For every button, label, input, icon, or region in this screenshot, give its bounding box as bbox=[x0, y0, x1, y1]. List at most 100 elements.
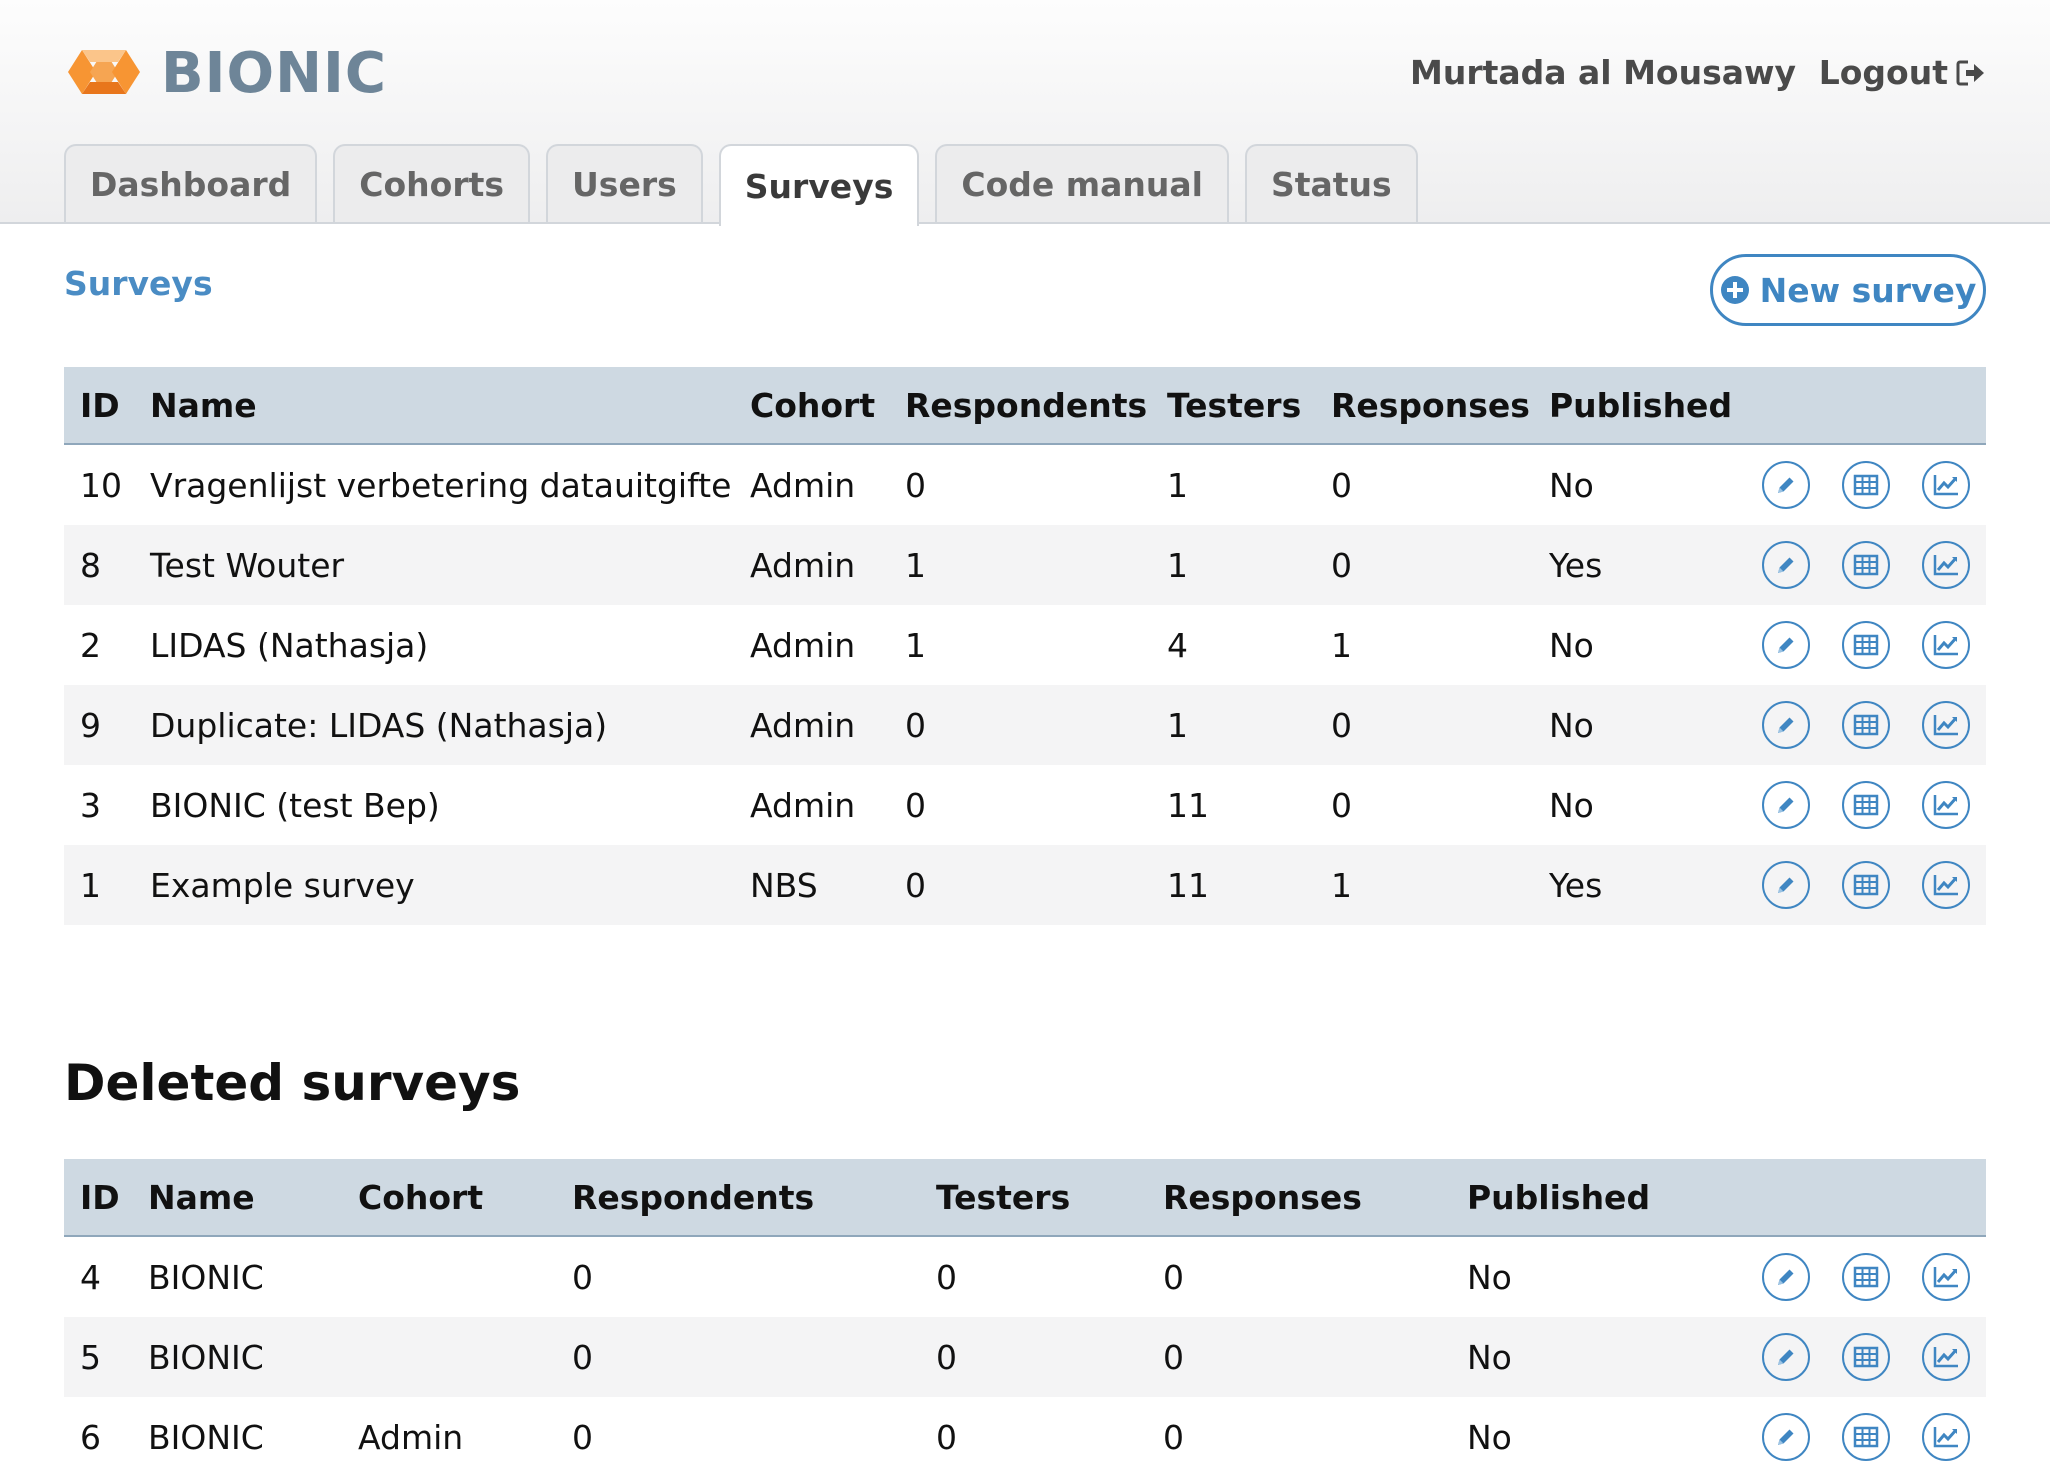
cell-name: BIONIC bbox=[148, 1317, 358, 1397]
col-header-published[interactable]: Published bbox=[1467, 1159, 1749, 1237]
deleted-surveys-table-body: 4 BIONIC 0 0 0 No 5 BIONIC 0 0 0 No 6 BIONIC Admin 0 0 0 N… bbox=[64, 1236, 1986, 1477]
view-table-button[interactable] bbox=[1842, 1253, 1890, 1301]
view-chart-button[interactable] bbox=[1922, 781, 1970, 829]
view-chart-button[interactable] bbox=[1922, 621, 1970, 669]
edit-button[interactable] bbox=[1762, 621, 1810, 669]
col-header-testers[interactable]: Testers bbox=[936, 1159, 1163, 1237]
cell-responses: 0 bbox=[1331, 785, 1352, 825]
table-icon bbox=[1853, 1426, 1879, 1448]
col-header-name[interactable]: Name bbox=[148, 1159, 358, 1237]
breadcrumb[interactable]: Surveys bbox=[64, 264, 213, 303]
view-table-button[interactable] bbox=[1842, 1333, 1890, 1381]
cell-id: 3 bbox=[80, 785, 101, 825]
cell-id: 5 bbox=[64, 1317, 148, 1397]
cell-id: 8 bbox=[64, 525, 150, 605]
table-row: 4 BIONIC 0 0 0 No bbox=[64, 1236, 1986, 1317]
view-table-button[interactable] bbox=[1842, 621, 1890, 669]
col-header-responses[interactable]: Responses bbox=[1331, 367, 1549, 445]
chart-icon bbox=[1932, 873, 1960, 897]
view-chart-button[interactable] bbox=[1922, 1413, 1970, 1461]
tab-users[interactable]: Users bbox=[546, 144, 703, 222]
cell-published: No bbox=[1549, 685, 1749, 765]
edit-button[interactable] bbox=[1762, 1413, 1810, 1461]
cell-testers: 1 bbox=[1167, 465, 1188, 505]
view-table-button[interactable] bbox=[1842, 541, 1890, 589]
cell-published: No bbox=[1467, 1257, 1512, 1297]
row-actions bbox=[1749, 861, 1986, 909]
col-header-id[interactable]: ID bbox=[64, 1159, 148, 1237]
col-header-cohort[interactable]: Cohort bbox=[358, 1159, 572, 1237]
cell-responses: 1 bbox=[1331, 625, 1352, 665]
cell-actions bbox=[1749, 525, 1986, 605]
view-chart-button[interactable] bbox=[1922, 1333, 1970, 1381]
edit-button[interactable] bbox=[1762, 701, 1810, 749]
logout-link[interactable]: Logout bbox=[1819, 52, 1986, 94]
edit-button[interactable] bbox=[1762, 461, 1810, 509]
row-actions bbox=[1749, 701, 1986, 749]
table-row: 9 Duplicate: LIDAS (Nathasja) Admin 0 1 0 No bbox=[64, 685, 1986, 765]
chart-icon bbox=[1932, 633, 1960, 657]
table-icon bbox=[1853, 634, 1879, 656]
user-name-link[interactable]: Murtada al Mousawy bbox=[1410, 52, 1796, 94]
view-table-button[interactable] bbox=[1842, 861, 1890, 909]
cell-actions bbox=[1749, 444, 1986, 525]
col-header-cohort[interactable]: Cohort bbox=[750, 367, 905, 445]
cell-actions bbox=[1749, 1317, 1986, 1397]
cell-respondents: 0 bbox=[572, 1317, 936, 1397]
view-table-button[interactable] bbox=[1842, 781, 1890, 829]
view-table-button[interactable] bbox=[1842, 701, 1890, 749]
cell-id: 1 bbox=[64, 845, 150, 925]
col-header-published[interactable]: Published bbox=[1549, 367, 1749, 445]
surveys-header-row: ID Name Cohort Respondents Testers Respo… bbox=[64, 367, 1986, 445]
view-chart-button[interactable] bbox=[1922, 461, 1970, 509]
col-header-respondents[interactable]: Respondents bbox=[905, 367, 1167, 445]
edit-button[interactable] bbox=[1762, 781, 1810, 829]
tab-dashboard[interactable]: Dashboard bbox=[64, 144, 318, 222]
cell-testers: 11 bbox=[1167, 845, 1331, 925]
edit-button[interactable] bbox=[1762, 1333, 1810, 1381]
tab-surveys[interactable]: Surveys bbox=[718, 144, 920, 226]
col-header-name[interactable]: Name bbox=[150, 367, 750, 445]
cell-name: Example survey bbox=[150, 845, 750, 925]
cell-name: BIONIC (test Bep) bbox=[150, 785, 440, 825]
cell-published: No bbox=[1549, 465, 1594, 505]
col-header-id[interactable]: ID bbox=[64, 367, 150, 445]
tab-code-manual[interactable]: Code manual bbox=[935, 144, 1229, 222]
col-header-responses[interactable]: Responses bbox=[1163, 1159, 1467, 1237]
cell-published: No bbox=[1549, 785, 1594, 825]
main-tabs: Dashboard Cohorts Users Surveys Code man… bbox=[64, 144, 1418, 226]
edit-button[interactable] bbox=[1762, 861, 1810, 909]
new-survey-button[interactable]: New survey bbox=[1710, 254, 1986, 326]
row-actions bbox=[1749, 541, 1986, 589]
edit-icon bbox=[1774, 713, 1798, 737]
chart-icon bbox=[1932, 793, 1960, 817]
cell-name: BIONIC bbox=[148, 1417, 264, 1457]
cell-responses: 0 bbox=[1163, 1257, 1184, 1297]
view-table-button[interactable] bbox=[1842, 461, 1890, 509]
cell-cohort: NBS bbox=[750, 845, 905, 925]
bionic-logo-icon bbox=[68, 50, 140, 94]
cell-respondents: 0 bbox=[572, 1417, 593, 1457]
table-row: 10 Vragenlijst verbetering datauitgifte Ad… bbox=[64, 444, 1986, 525]
cell-published: Yes bbox=[1549, 845, 1749, 925]
view-chart-button[interactable] bbox=[1922, 541, 1970, 589]
surveys-table: ID Name Cohort Respondents Testers Respo… bbox=[64, 367, 1986, 925]
cell-responses: 0 bbox=[1331, 525, 1549, 605]
view-chart-button[interactable] bbox=[1922, 1253, 1970, 1301]
col-header-respondents[interactable]: Respondents bbox=[572, 1159, 936, 1237]
cell-responses: 0 bbox=[1163, 1317, 1467, 1397]
tab-cohorts[interactable]: Cohorts bbox=[333, 144, 531, 222]
edit-button[interactable] bbox=[1762, 1253, 1810, 1301]
cell-cohort bbox=[358, 1317, 572, 1397]
edit-button[interactable] bbox=[1762, 541, 1810, 589]
sign-out-icon bbox=[1956, 60, 1984, 86]
cell-published: No bbox=[1549, 625, 1594, 665]
view-chart-button[interactable] bbox=[1922, 701, 1970, 749]
view-table-button[interactable] bbox=[1842, 1413, 1890, 1461]
view-chart-button[interactable] bbox=[1922, 861, 1970, 909]
tab-status[interactable]: Status bbox=[1244, 144, 1418, 222]
cell-respondents: 0 bbox=[905, 785, 926, 825]
edit-icon bbox=[1774, 1345, 1798, 1369]
col-header-testers[interactable]: Testers bbox=[1167, 367, 1331, 445]
cell-published: No bbox=[1467, 1317, 1749, 1397]
